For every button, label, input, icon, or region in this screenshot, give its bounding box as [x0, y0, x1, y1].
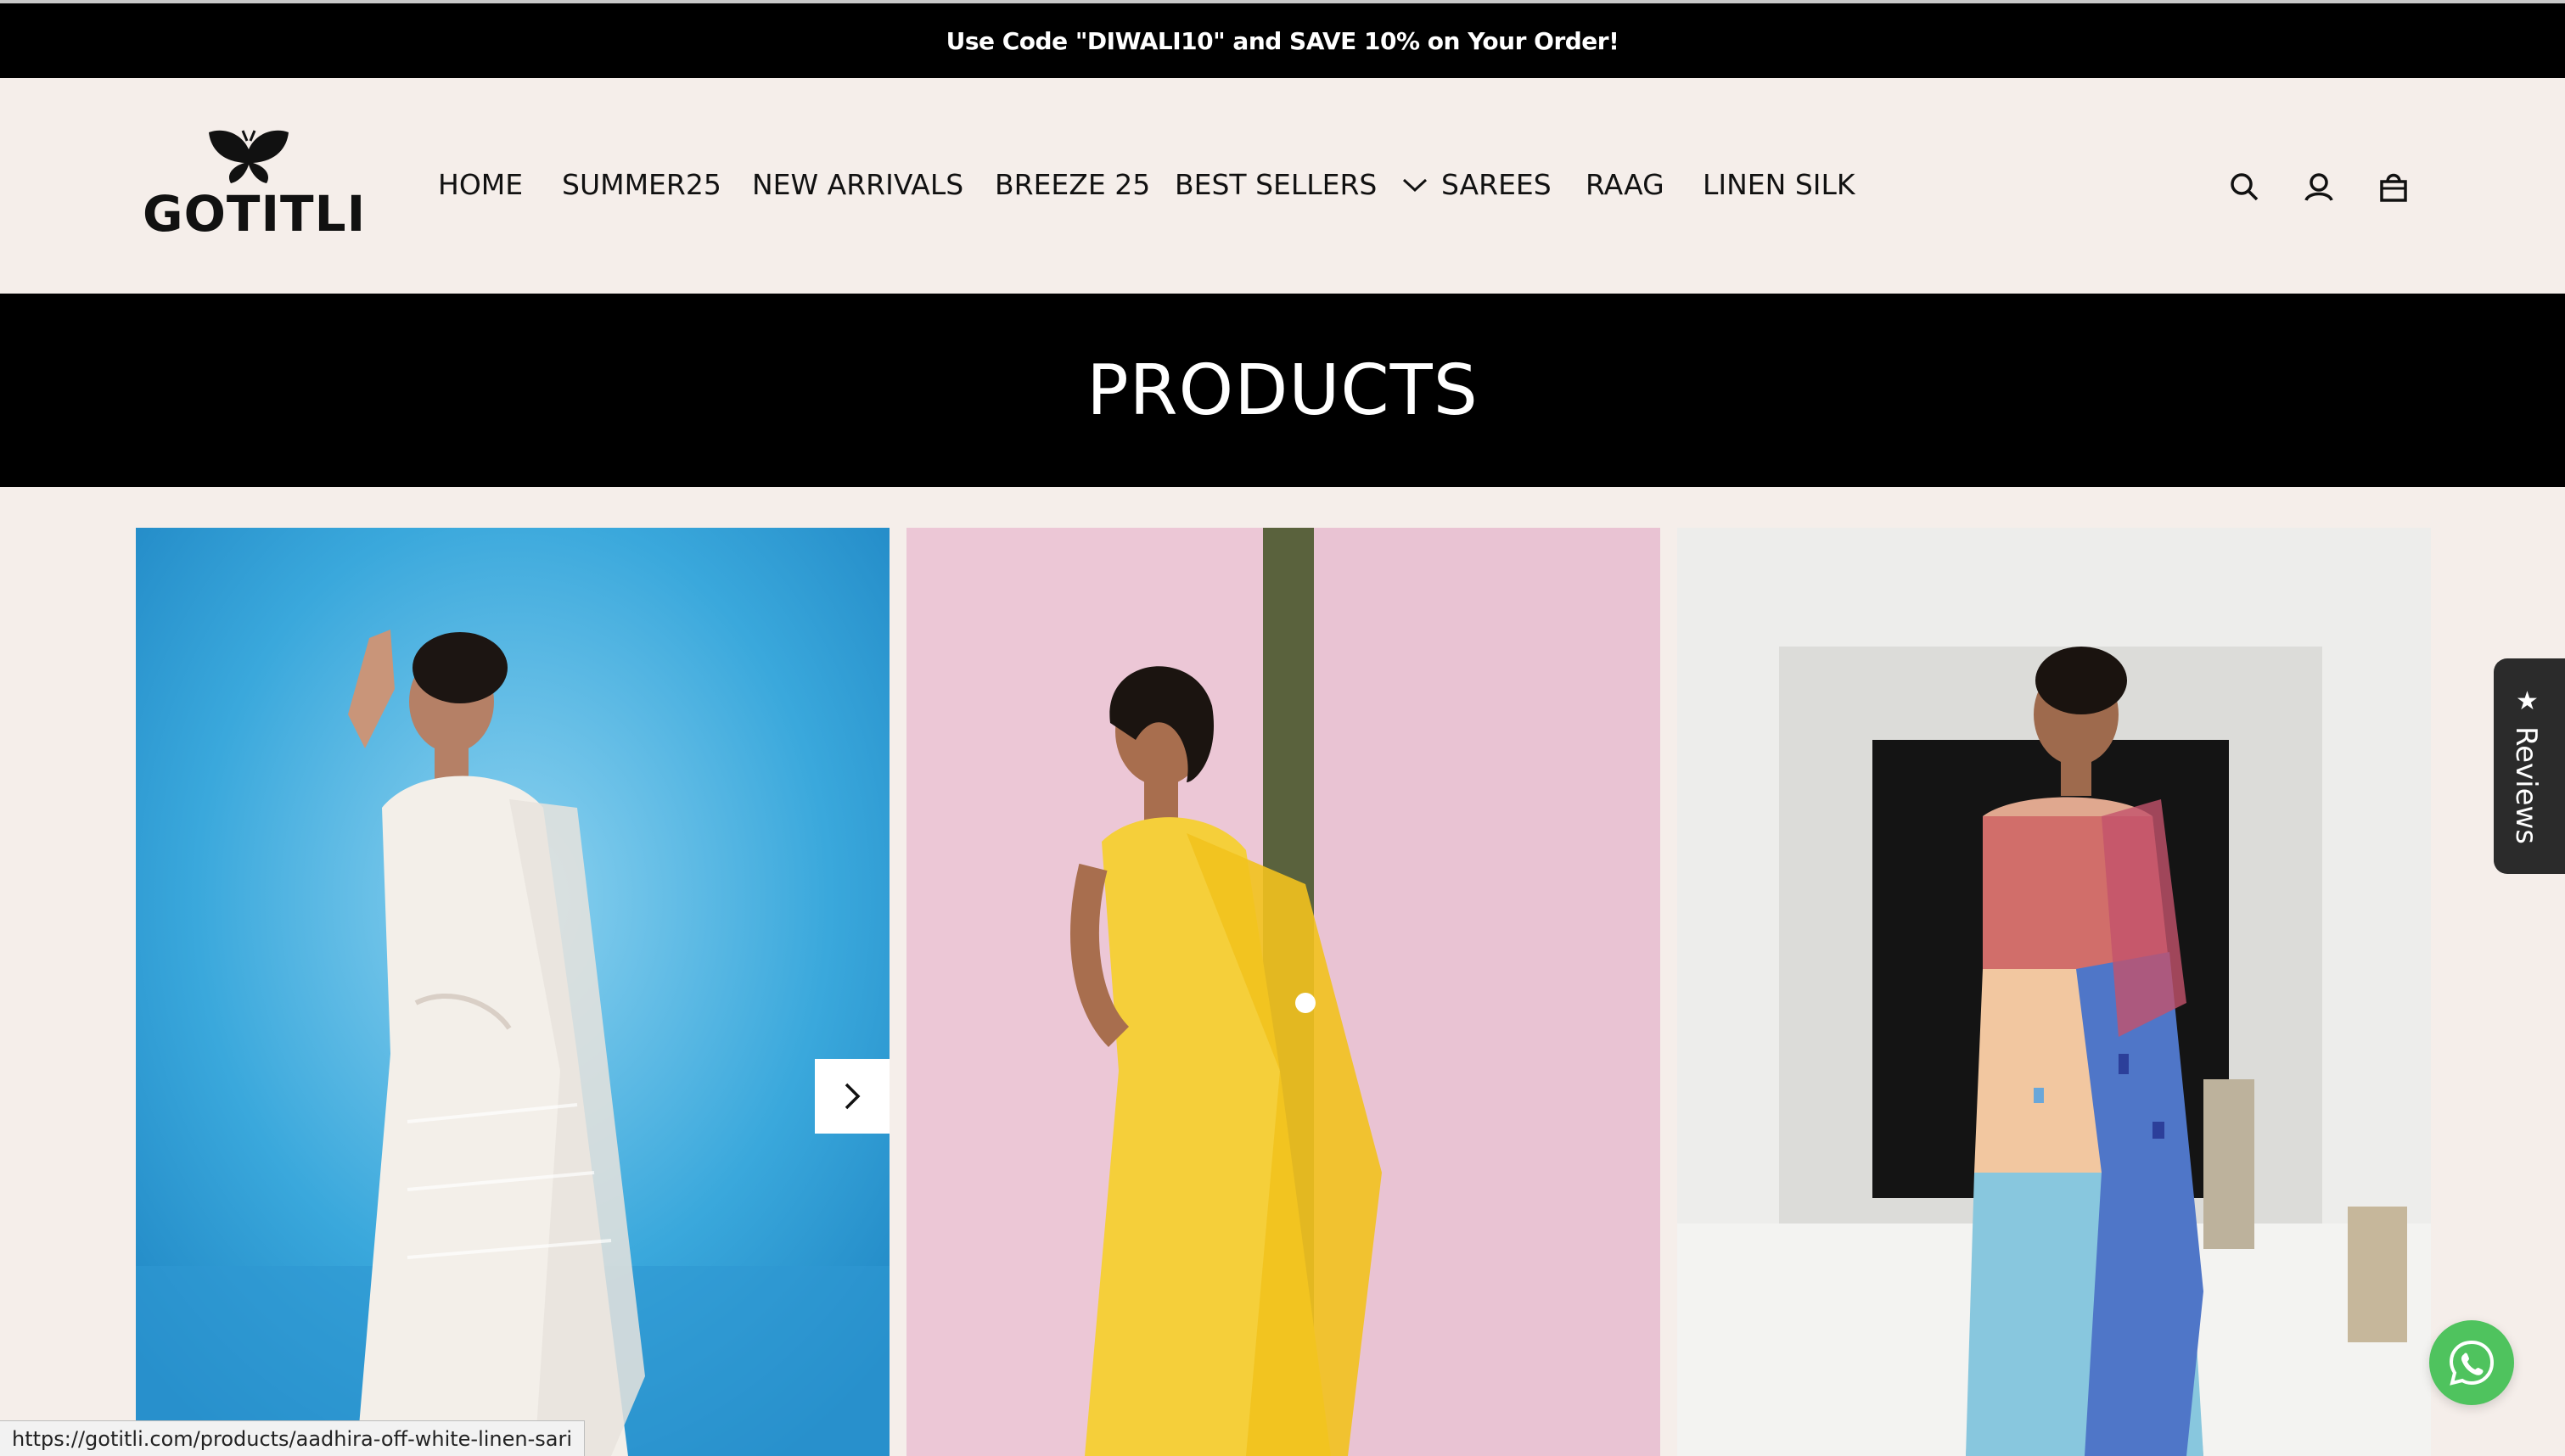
- whatsapp-icon: [2449, 1340, 2495, 1386]
- product-card[interactable]: [1677, 528, 2431, 1456]
- collection-title-band: PRODUCTS: [0, 294, 2565, 487]
- star-icon: ★: [2516, 687, 2539, 715]
- site-header: GOTITLI HOME SUMMER25 NEW ARRIVALS BREEZ…: [0, 78, 2565, 294]
- nav-linen-silk[interactable]: LINEN SILK: [1703, 166, 1855, 204]
- account-icon[interactable]: [2302, 170, 2336, 204]
- main-nav: HOME SUMMER25 NEW ARRIVALS BREEZE 25 BES…: [0, 78, 2565, 294]
- chevron-right-icon: [845, 1083, 861, 1110]
- product-image: [1677, 528, 2431, 1456]
- chevron-down-icon: [1402, 178, 1428, 193]
- status-bar-url: https://gotitli.com/products/aadhira-off…: [0, 1420, 585, 1456]
- carousel-next-button[interactable]: [815, 1059, 890, 1134]
- cart-icon[interactable]: [2377, 170, 2411, 204]
- nav-breeze-25[interactable]: BREEZE 25: [995, 166, 1150, 204]
- announcement-bar: Use Code "DIWALI10" and SAVE 10% on Your…: [0, 3, 2565, 78]
- reviews-tab[interactable]: ★ Reviews: [2494, 658, 2565, 874]
- nav-home[interactable]: HOME: [438, 166, 523, 204]
- nav-sarees[interactable]: SAREES: [1402, 166, 1552, 204]
- product-card[interactable]: [136, 528, 890, 1456]
- announcement-text: Use Code "DIWALI10" and SAVE 10% on Your…: [946, 26, 1619, 55]
- reviews-label: Reviews: [2509, 726, 2543, 845]
- nav-best-sellers[interactable]: BEST SELLERS: [1175, 166, 1377, 204]
- nav-sarees-label: SAREES: [1441, 168, 1552, 201]
- page-title: PRODUCTS: [1086, 350, 1479, 431]
- nav-raag[interactable]: RAAG: [1586, 166, 1664, 204]
- product-card[interactable]: [906, 528, 1660, 1456]
- whatsapp-button[interactable]: [2429, 1320, 2514, 1405]
- product-image: [906, 528, 1660, 1456]
- product-image: [136, 528, 890, 1456]
- nav-new-arrivals[interactable]: NEW ARRIVALS: [752, 166, 963, 204]
- search-icon[interactable]: [2227, 170, 2261, 204]
- nav-summer25[interactable]: SUMMER25: [562, 166, 721, 204]
